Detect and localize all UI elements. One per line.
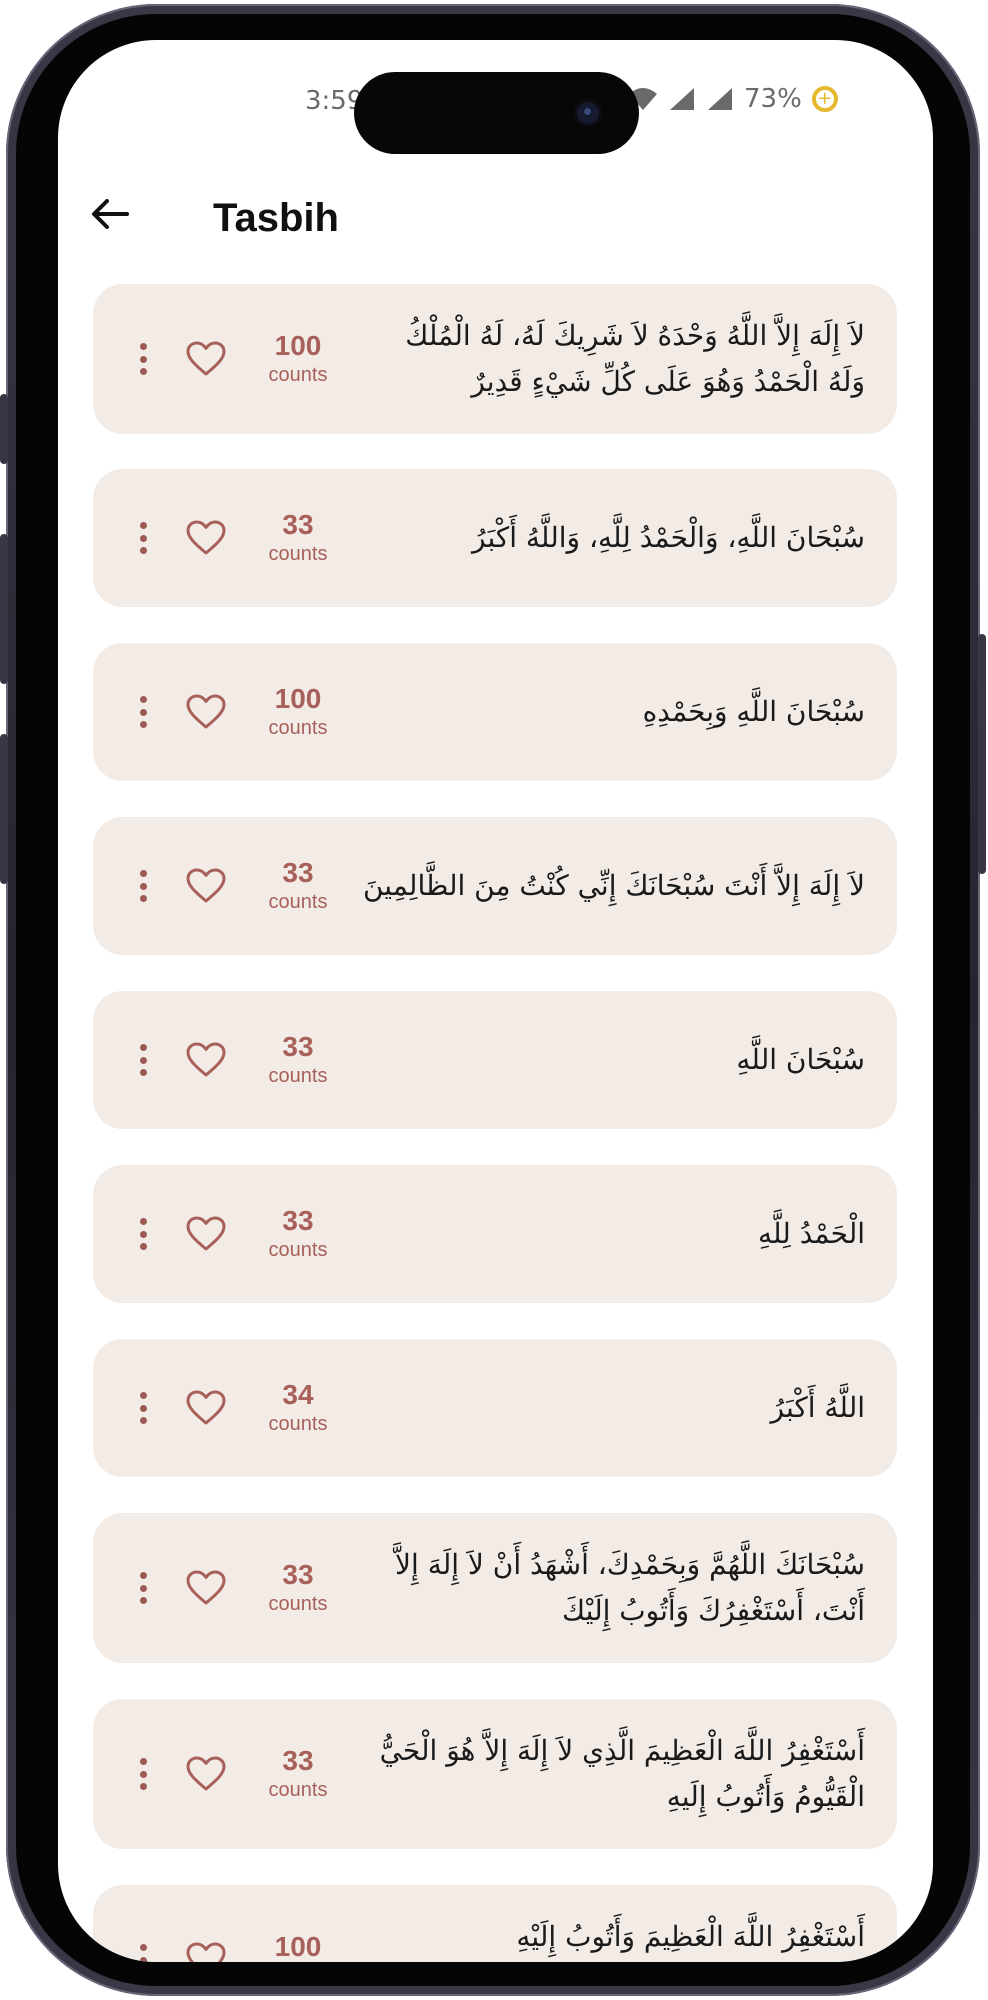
heart-icon[interactable] — [186, 694, 226, 730]
count-display: 100 counts — [243, 330, 353, 388]
camera-icon — [577, 102, 599, 124]
more-vert-icon[interactable] — [138, 1758, 148, 1790]
heart-icon[interactable] — [186, 1756, 226, 1792]
count-label: counts — [268, 543, 328, 565]
back-button[interactable] — [88, 192, 132, 236]
count-display: 33 counts — [243, 1205, 353, 1263]
battery-saver-icon: + — [811, 86, 838, 112]
tasbih-text: سُبْحَانَ اللَّهِ — [736, 1043, 865, 1076]
count-display: 33 counts — [243, 1745, 353, 1803]
more-vert-icon[interactable] — [138, 1392, 148, 1424]
count-display: 33 counts — [243, 509, 353, 567]
count-label: counts — [268, 364, 328, 386]
page-title: Tasbih — [213, 196, 339, 240]
heart-icon[interactable] — [186, 1216, 226, 1252]
tasbih-card[interactable]: 100 counts سُبْحَانَ اللَّهِ وَبِحَمْدِهِ — [93, 643, 897, 781]
tasbih-card[interactable]: 100 counts لاَ إِلَهَ إِلاَّ اللَّهُ وَحْد… — [93, 284, 897, 434]
tasbih-text: اللَّهُ أَكْبَرُ — [770, 1391, 866, 1424]
count-value: 33 — [282, 1205, 314, 1236]
more-vert-icon[interactable] — [138, 696, 148, 728]
tasbih-text: لاَ إِلَهَ إِلاَّ اللَّهُ وَحْدَهُ لاَ ش… — [405, 319, 865, 398]
tasbih-text: سُبْحَانَكَ اللَّهُمَّ وَبِحَمْدِكَ، أَش… — [395, 1548, 865, 1627]
more-vert-icon[interactable] — [138, 522, 148, 554]
screen: 3:59 73% + Tasbih 100 counts لاَ إِلَهَ إِ… — [58, 40, 933, 1962]
arrow-left-icon — [92, 199, 129, 229]
count-display: 33 counts — [243, 857, 353, 915]
power-button — [978, 634, 986, 874]
count-value: 33 — [282, 509, 314, 540]
count-display: 100 counts — [243, 683, 353, 741]
more-vert-icon[interactable] — [138, 343, 148, 375]
signal-icon — [670, 88, 694, 110]
tasbih-card[interactable]: 33 counts سُبْحَانَكَ اللَّهُمَّ وَبِحَمْد… — [93, 1513, 897, 1663]
app-bar: Tasbih — [58, 160, 933, 270]
dynamic-island — [354, 72, 639, 154]
tasbih-text: الْحَمْدُ لِلَّهِ — [758, 1217, 865, 1250]
volume-up-button — [0, 534, 8, 684]
heart-icon[interactable] — [186, 868, 226, 904]
heart-icon[interactable] — [186, 341, 226, 377]
count-value: 33 — [282, 1559, 314, 1590]
tasbih-card[interactable]: 33 counts أَسْتَغْفِرُ اللَّهَ الْعَظِيمَ … — [93, 1699, 897, 1849]
tasbih-text: لاَ إِلَهَ إِلاَّ أَنْتَ سُبْحَانَكَ إِن… — [362, 869, 865, 902]
heart-icon[interactable] — [186, 520, 226, 556]
tasbih-card[interactable]: 34 counts اللَّهُ أَكْبَرُ — [93, 1339, 897, 1477]
count-display: 100counts — [243, 1931, 353, 1962]
tasbih-card[interactable]: 33 counts الْحَمْدُ لِلَّهِ — [93, 1165, 897, 1303]
heart-icon[interactable] — [186, 1570, 226, 1606]
count-label: counts — [268, 717, 328, 739]
heart-icon[interactable] — [186, 1042, 226, 1078]
count-display: 33 counts — [243, 1559, 353, 1617]
tasbih-text: سُبْحَانَ اللَّهِ، وَالْحَمْدُ لِلَّهِ، … — [472, 521, 865, 554]
tasbih-text: سُبْحَانَ اللَّهِ وَبِحَمْدِهِ — [642, 695, 865, 728]
count-label: counts — [268, 1065, 328, 1087]
heart-icon[interactable] — [186, 1390, 226, 1426]
count-label: counts — [268, 1413, 328, 1435]
count-label: counts — [268, 1593, 328, 1615]
more-vert-icon[interactable] — [138, 870, 148, 902]
count-value: 100 — [274, 330, 322, 361]
count-value: 33 — [282, 1745, 314, 1776]
more-vert-icon[interactable] — [138, 1944, 148, 1962]
count-display: 34 counts — [243, 1379, 353, 1437]
signal-icon — [708, 88, 732, 110]
battery-percent: 73% — [744, 84, 802, 114]
count-value: 33 — [282, 857, 314, 888]
count-value: 100 — [274, 1931, 322, 1962]
volume-down-button — [0, 734, 8, 884]
tasbih-card[interactable]: 33 counts سُبْحَانَ اللَّهِ — [93, 991, 897, 1129]
tasbih-card[interactable]: 33 counts لاَ إِلَهَ إِلاَّ أَنْتَ سُبْحَا… — [93, 817, 897, 955]
heart-icon[interactable] — [186, 1942, 226, 1962]
count-label: counts — [268, 1779, 328, 1801]
status-icons: 73% + — [628, 84, 838, 114]
count-label: counts — [268, 1239, 328, 1261]
tasbih-card[interactable]: 33 counts سُبْحَانَ اللَّهِ، وَالْحَمْدُ ل… — [93, 469, 897, 607]
more-vert-icon[interactable] — [138, 1218, 148, 1250]
count-display: 33 counts — [243, 1031, 353, 1089]
count-label: counts — [268, 891, 328, 913]
tasbih-text: أَسْتَغْفِرُ اللَّهَ الْعَظِيمَ وَأَتُوب… — [516, 1920, 865, 1953]
count-value: 100 — [274, 683, 322, 714]
tasbih-card[interactable]: 100counts أَسْتَغْفِرُ اللَّهَ الْعَظِيمَ… — [93, 1885, 897, 1962]
silent-switch — [0, 394, 8, 464]
more-vert-icon[interactable] — [138, 1572, 148, 1604]
more-vert-icon[interactable] — [138, 1044, 148, 1076]
count-value: 34 — [282, 1379, 314, 1410]
count-value: 33 — [282, 1031, 314, 1062]
tasbih-text: أَسْتَغْفِرُ اللَّهَ الْعَظِيمَ الَّذِي … — [379, 1734, 865, 1813]
